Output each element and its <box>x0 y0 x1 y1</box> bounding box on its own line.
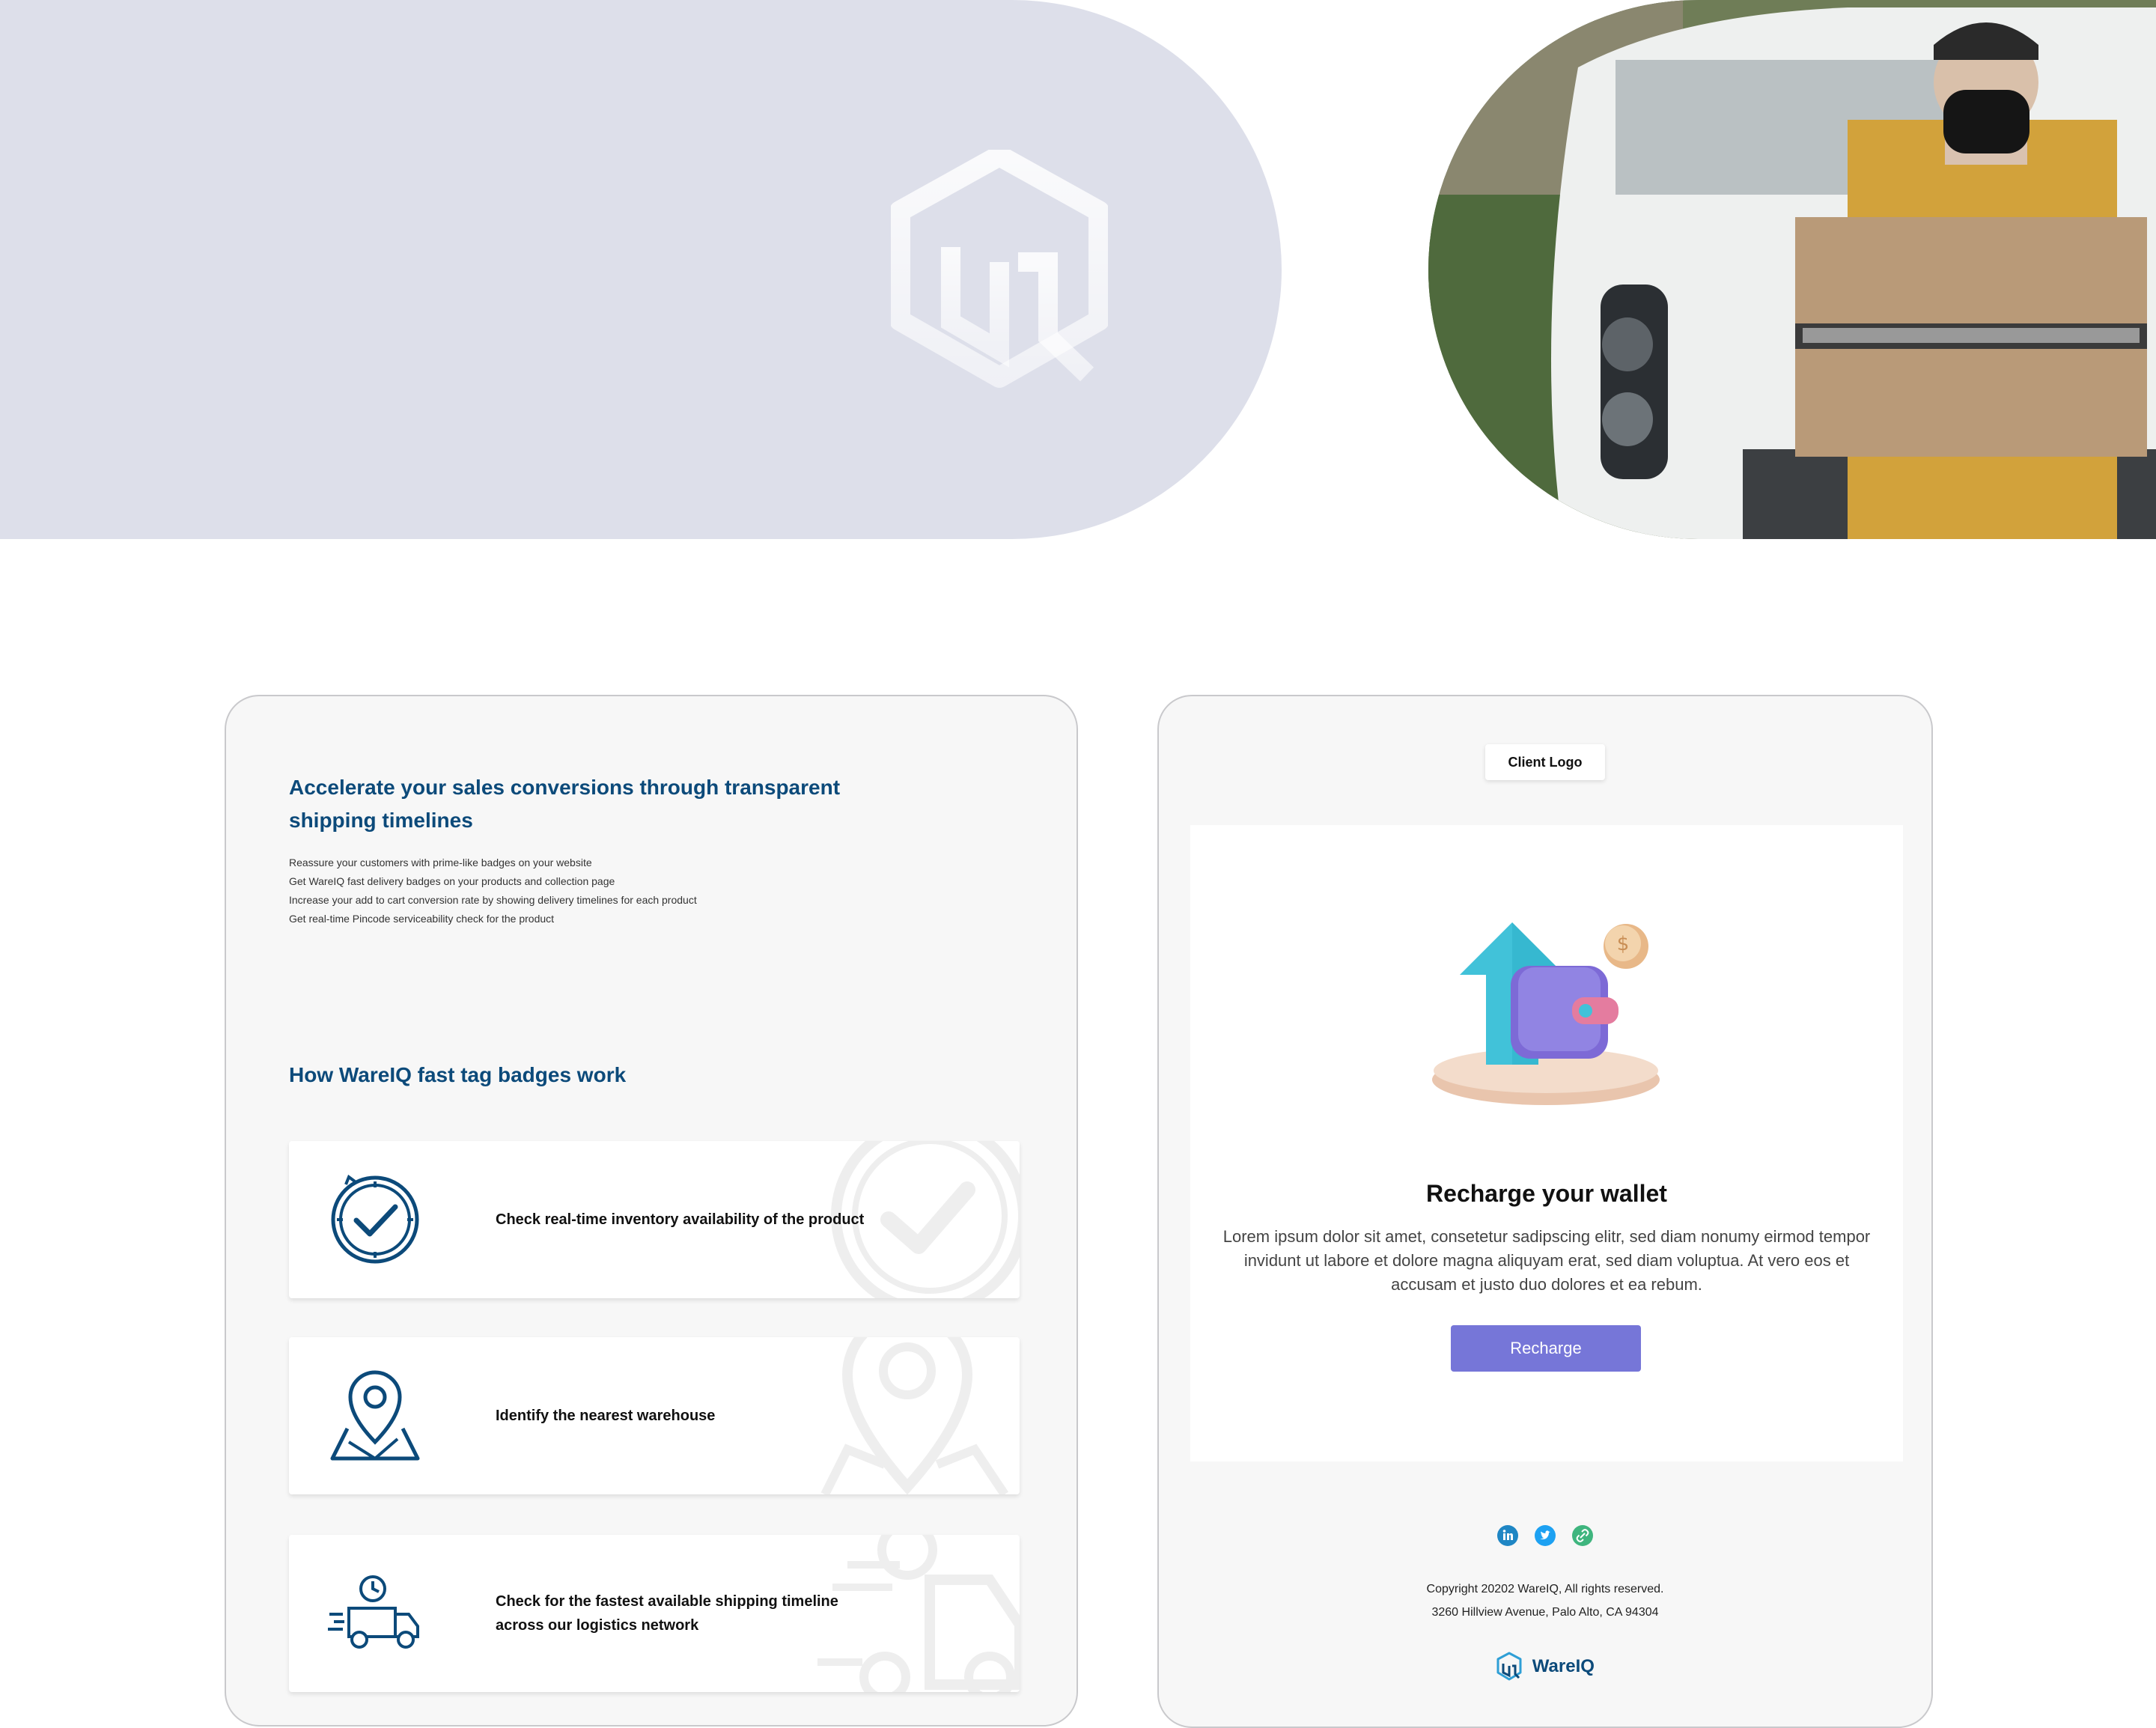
delivery-truck-icon <box>328 1575 419 1649</box>
recharge-button[interactable]: Recharge <box>1451 1325 1641 1372</box>
client-logo: Client Logo <box>1485 744 1605 780</box>
feature-text: Check for the fastest available shipping… <box>496 1593 838 1634</box>
feature-inventory: Check real-time inventory availability o… <box>289 1141 1020 1298</box>
benefit-item: Reassure your customers with prime-like … <box>289 857 592 868</box>
brand-name: WareIQ <box>1532 1656 1595 1676</box>
footer-brand[interactable]: WareIQ <box>1159 1652 1931 1682</box>
how-it-works-title: How WareIQ fast tag badges work <box>289 1063 627 1086</box>
benefit-item: Increase your add to cart conversion rat… <box>289 894 697 906</box>
recharge-email-card: Client Logo $ Recharge your wallet Lorem… <box>1157 695 1933 1728</box>
wareiq-logo-icon <box>1496 1652 1522 1681</box>
section-title: Accelerate your sales conversions throug… <box>289 776 841 832</box>
email-heading: Recharge your wallet <box>1426 1180 1667 1207</box>
address-text: 3260 Hillview Avenue, Palo Alto, CA 9430… <box>1431 1606 1659 1619</box>
benefit-item: Get WareIQ fast delivery badges on your … <box>289 875 615 887</box>
location-pin-map-icon <box>330 1370 420 1461</box>
svg-text:$: $ <box>1617 933 1630 955</box>
social-links <box>1159 1524 1931 1547</box>
link-icon[interactable] <box>1571 1524 1594 1547</box>
twitter-icon[interactable] <box>1534 1524 1556 1547</box>
feature-warehouse: Identify the nearest warehouse <box>289 1337 1020 1494</box>
email-body-text: Lorem ipsum dolor sit amet, consetetur s… <box>1222 1227 1871 1294</box>
benefit-item: Get real-time Pincode serviceability che… <box>289 913 555 925</box>
delivery-man-with-box-photo <box>1428 0 2156 539</box>
feature-text: Check real-time inventory availability o… <box>496 1211 865 1228</box>
linkedin-icon[interactable] <box>1496 1524 1519 1547</box>
feature-shipping: Check for the fastest available shipping… <box>289 1535 1020 1692</box>
benefits-list: Reassure your customers with prime-like … <box>289 854 697 928</box>
wallet-recharge-illustration: $ <box>1432 922 1660 1105</box>
wareiq-box-logo-icon <box>891 150 1108 388</box>
clock-check-icon <box>331 1174 419 1264</box>
feature-text: Identify the nearest warehouse <box>496 1408 716 1424</box>
email-body: $ Recharge your wallet Lorem ipsum dolor… <box>1190 825 1903 1461</box>
copyright-text: Copyright 20202 WareIQ, All rights reser… <box>1426 1583 1664 1595</box>
fast-tag-badges-card: Accelerate your sales conversions throug… <box>225 695 1078 1727</box>
